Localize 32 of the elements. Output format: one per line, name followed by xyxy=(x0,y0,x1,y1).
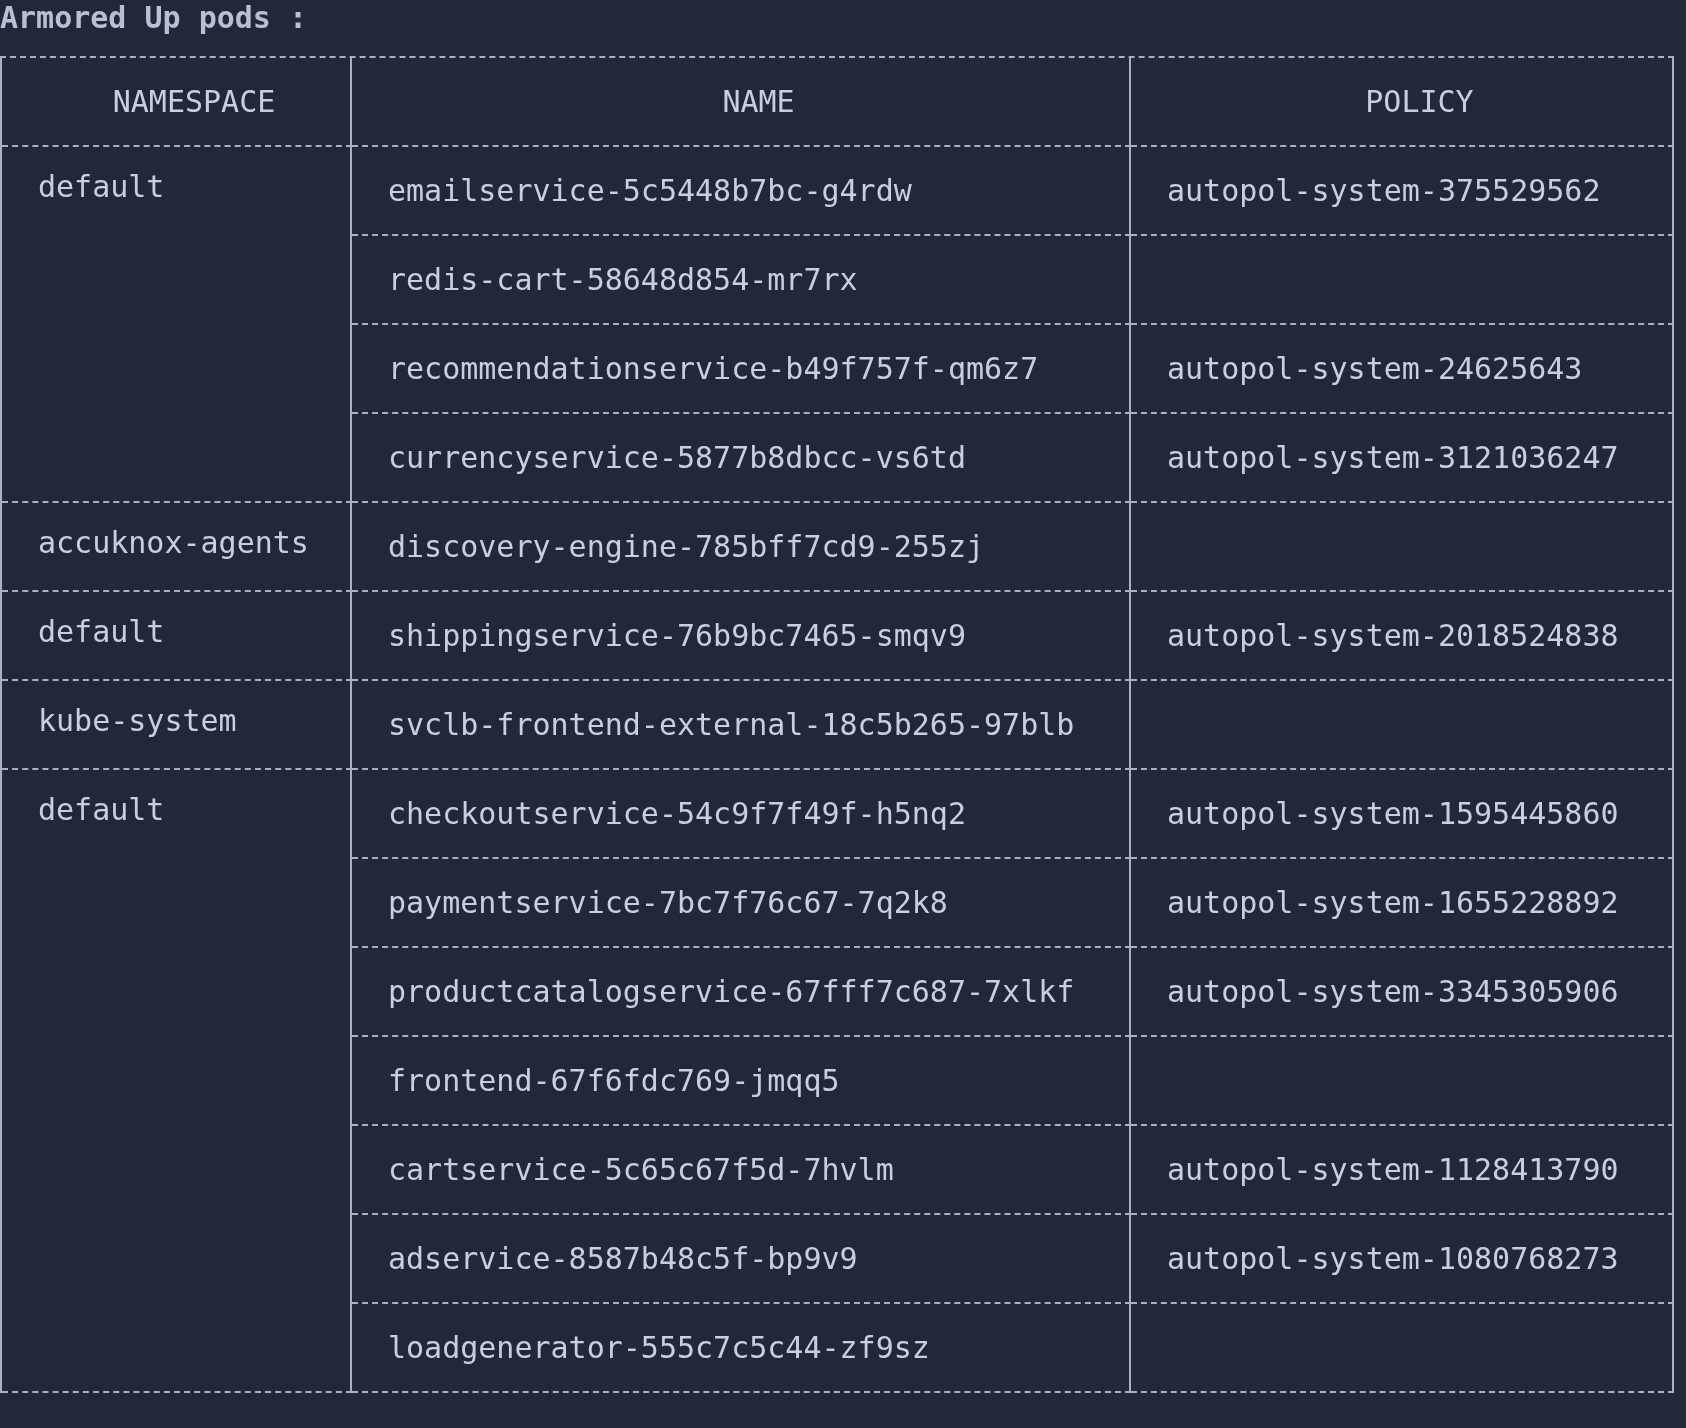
policy-cell: autopol-system-1080768273 xyxy=(1131,1215,1674,1304)
pod-name-cell: svclb-frontend-external-18c5b265-97blb xyxy=(352,681,1131,770)
pod-name-cell: frontend-67f6fdc769-jmqq5 xyxy=(352,1037,1131,1126)
pod-name-cell: discovery-engine-785bff7cd9-255zj xyxy=(352,503,1131,592)
policy-cell: autopol-system-2018524838 xyxy=(1131,592,1674,681)
policy-cell: autopol-system-375529562 xyxy=(1131,147,1674,236)
policy-cell: autopol-system-1595445860 xyxy=(1131,770,1674,859)
policy-cell: autopol-system-1655228892 xyxy=(1131,859,1674,948)
pod-name-cell: shippingservice-76b9bc7465-smqv9 xyxy=(352,592,1131,681)
policy-cell: autopol-system-24625643 xyxy=(1131,325,1674,414)
pod-name-cell: checkoutservice-54c9f7f49f-h5nq2 xyxy=(352,770,1131,859)
column-header: NAME xyxy=(352,58,1131,147)
pod-name-cell: cartservice-5c65c67f5d-7hvlm xyxy=(352,1126,1131,1215)
pod-name-cell: adservice-8587b48c5f-bp9v9 xyxy=(352,1215,1131,1304)
pod-name-cell: recommendationservice-b49f757f-qm6z7 xyxy=(352,325,1131,414)
pod-name-cell: currencyservice-5877b8dbcc-vs6td xyxy=(352,414,1131,503)
column-header: POLICY xyxy=(1131,58,1674,147)
column-header: NAMESPACE xyxy=(2,58,352,147)
pod-name-cell: loadgenerator-555c7c5c44-zf9sz xyxy=(352,1304,1131,1393)
pod-name-cell: emailservice-5c5448b7bc-g4rdw xyxy=(352,147,1131,236)
namespace-cell: accuknox-agents xyxy=(2,503,352,592)
namespace-cell: kube-system xyxy=(2,681,352,770)
policy-cell: autopol-system-3345305906 xyxy=(1131,948,1674,1037)
pod-name-cell: productcatalogservice-67fff7c687-7xlkf xyxy=(352,948,1131,1037)
policy-cell: autopol-system-1128413790 xyxy=(1131,1126,1674,1215)
output-heading: Armored Up pods : xyxy=(0,0,309,36)
namespace-cell: default xyxy=(2,770,352,1393)
pod-name-cell: redis-cart-58648d854-mr7rx xyxy=(352,236,1131,325)
policy-cell: autopol-system-3121036247 xyxy=(1131,414,1674,503)
pod-name-cell: paymentservice-7bc7f76c67-7q2k8 xyxy=(352,859,1131,948)
namespace-cell: default xyxy=(2,147,352,503)
namespace-cell: default xyxy=(2,592,352,681)
